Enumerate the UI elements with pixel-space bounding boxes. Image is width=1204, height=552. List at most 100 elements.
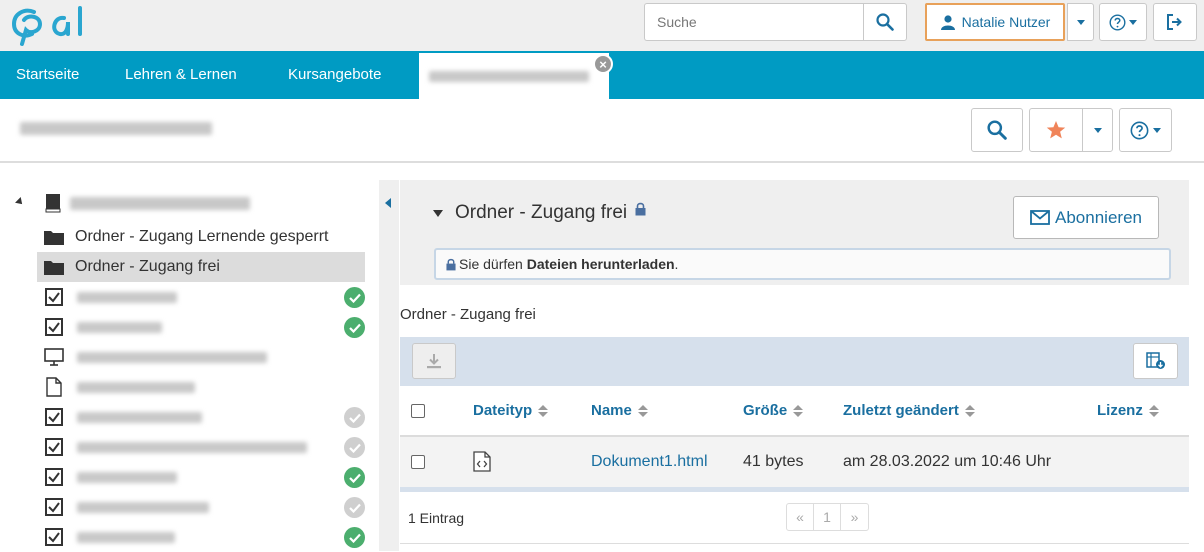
header-divider — [0, 161, 1204, 163]
tree-item[interactable] — [37, 432, 365, 462]
checkbox-icon — [43, 438, 65, 456]
search-box — [644, 3, 907, 41]
tree-item-folder-open[interactable]: Ordner - Zugang frei — [37, 252, 365, 282]
user-menu-button[interactable]: Natalie Nutzer — [925, 3, 1065, 41]
table-settings-button[interactable] — [1133, 343, 1178, 379]
monitor-icon — [43, 348, 65, 366]
checkbox-icon — [43, 288, 65, 306]
checkbox-icon — [43, 498, 65, 516]
chevron-down-icon — [1093, 127, 1102, 133]
file-toolbar — [400, 337, 1189, 386]
course-help-button[interactable] — [1119, 108, 1172, 152]
table-row: Dokument1.html 41 bytes am 28.03.2022 um… — [400, 437, 1189, 487]
search-button[interactable] — [863, 3, 907, 41]
select-all-checkbox[interactable] — [411, 404, 425, 418]
search-icon — [876, 13, 894, 31]
bookmark-dropdown-toggle[interactable] — [1082, 108, 1113, 152]
subscribe-button[interactable]: Abonnieren — [1013, 196, 1159, 239]
folder-icon — [43, 229, 65, 245]
tree-item[interactable] — [37, 492, 365, 522]
user-dropdown-toggle[interactable] — [1067, 3, 1094, 41]
pending-check-icon — [344, 437, 365, 458]
pending-check-icon — [344, 407, 365, 428]
help-icon — [1130, 121, 1149, 139]
pager-page-1[interactable]: 1 — [814, 504, 841, 530]
section-label: Ordner - Zugang frei — [400, 306, 536, 323]
chevron-down-icon — [1129, 19, 1137, 25]
search-icon — [987, 120, 1007, 140]
completed-check-icon — [344, 527, 365, 548]
table-header: Dateityp Name Größe Zuletzt geändert Liz… — [400, 389, 1189, 435]
folder-panel: Ordner - Zugang frei Abonnieren Sie dürf… — [400, 180, 1189, 285]
tree-item[interactable] — [37, 342, 365, 372]
row-select-checkbox[interactable] — [411, 455, 425, 469]
help-button[interactable] — [1099, 3, 1147, 41]
collapse-triangle-icon[interactable] — [433, 209, 443, 217]
envelope-icon — [1030, 210, 1050, 225]
download-button[interactable] — [412, 343, 456, 379]
tree-item[interactable] — [37, 282, 365, 312]
col-header-name[interactable]: Name — [591, 402, 648, 419]
tree-item-folder-locked[interactable]: Ordner - Zugang Lernende gesperrt — [37, 222, 365, 252]
folder-icon — [43, 259, 65, 275]
nav-item-startseite[interactable]: Startseite — [16, 51, 79, 99]
col-header-groesse[interactable]: Größe — [743, 402, 804, 419]
nav-item-lehren-lernen[interactable]: Lehren & Lernen — [125, 51, 237, 99]
col-header-zuletzt-geaendert[interactable]: Zuletzt geändert — [843, 402, 975, 419]
pending-check-icon — [344, 497, 365, 518]
document-icon — [43, 377, 65, 397]
opal-logo[interactable] — [10, 4, 100, 46]
permission-info: Sie dürfen Dateien herunterladen. — [434, 248, 1171, 280]
tree-expand-icon[interactable] — [15, 197, 25, 207]
chevron-left-icon — [385, 198, 391, 208]
pagination: « 1 » — [786, 503, 869, 531]
chevron-down-icon — [1076, 19, 1085, 25]
chevron-down-icon — [1153, 127, 1161, 133]
search-input[interactable] — [644, 3, 863, 41]
tree-root-redacted[interactable] — [70, 197, 250, 210]
close-icon: × — [599, 56, 607, 72]
sort-icon — [538, 404, 549, 417]
col-header-dateityp[interactable]: Dateityp — [473, 402, 549, 419]
tree-item[interactable] — [37, 462, 365, 492]
completed-check-icon — [344, 317, 365, 338]
folder-heading: Ordner - Zugang frei — [433, 202, 646, 224]
sort-icon — [1148, 404, 1159, 417]
file-size: 41 bytes — [743, 453, 804, 470]
tree-item[interactable] — [37, 312, 365, 342]
entry-count: 1 Eintrag — [408, 510, 465, 526]
tree-item[interactable] — [37, 522, 365, 552]
tree-item[interactable] — [37, 372, 365, 402]
logout-icon — [1167, 14, 1182, 30]
user-name: Natalie Nutzer — [961, 14, 1051, 30]
star-icon — [1046, 121, 1066, 139]
top-header: Natalie Nutzer — [0, 0, 1204, 51]
tree-item[interactable] — [37, 402, 365, 432]
html-file-icon — [473, 451, 491, 472]
course-search-button[interactable] — [971, 108, 1023, 152]
table-settings-icon — [1145, 352, 1165, 369]
table-footer-divider — [400, 487, 1189, 492]
file-modified: am 28.03.2022 um 10:46 Uhr — [843, 453, 1052, 470]
checkbox-icon — [43, 528, 65, 546]
pager-prev-button[interactable]: « — [787, 504, 814, 530]
checkbox-icon — [43, 318, 65, 336]
close-tab-button[interactable]: × — [593, 54, 613, 74]
sort-icon — [964, 404, 975, 417]
pager-next-button[interactable]: » — [841, 504, 868, 530]
col-header-lizenz[interactable]: Lizenz — [1097, 402, 1159, 419]
tab-current-course[interactable] — [419, 53, 609, 99]
bookmark-button[interactable] — [1029, 108, 1083, 152]
nav-item-kursangebote[interactable]: Kursangebote — [288, 51, 381, 99]
file-name-link[interactable]: Dokument1.html — [591, 453, 708, 471]
sort-icon — [793, 404, 804, 417]
course-tab-label-redacted — [429, 71, 589, 82]
lock-icon — [446, 258, 456, 270]
lock-icon — [635, 202, 646, 216]
checkbox-icon — [43, 468, 65, 486]
folder-title: Ordner - Zugang frei — [455, 202, 628, 223]
completed-check-icon — [344, 467, 365, 488]
checkbox-icon — [43, 408, 65, 426]
collapse-sidebar-handle[interactable] — [379, 180, 399, 551]
logout-button[interactable] — [1153, 3, 1197, 41]
